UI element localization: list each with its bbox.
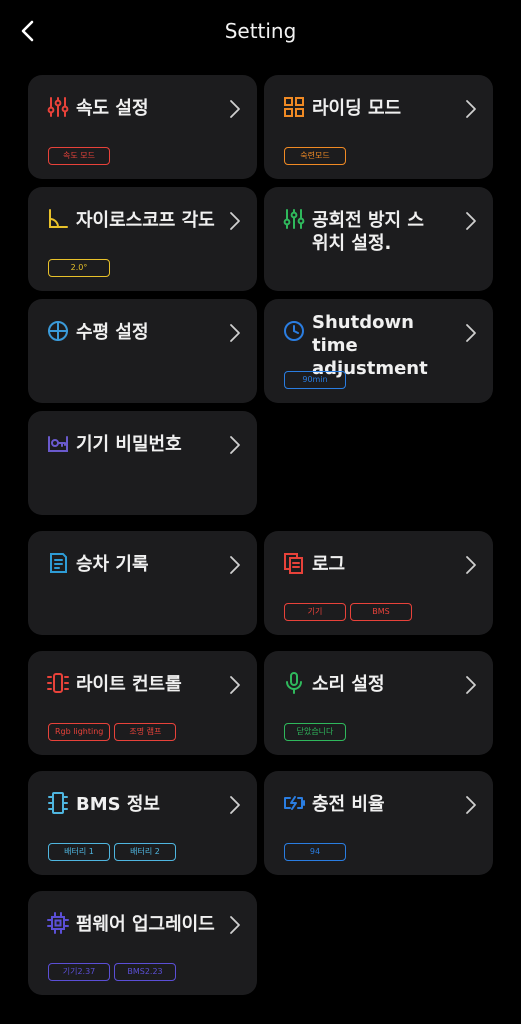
chevron-right-icon	[227, 99, 243, 119]
tag-chip: 배터리 1	[48, 843, 110, 861]
card-label: 소리 설정	[312, 674, 385, 695]
level-setting-card[interactable]: 수평 설정	[28, 299, 257, 403]
card-label: 로그	[312, 554, 346, 575]
chevron-right-icon	[463, 795, 479, 815]
clock-icon	[282, 319, 306, 343]
card-label: Shutdown time adjustment	[312, 312, 428, 379]
angle-icon	[46, 207, 70, 231]
tag-list: 기기 BMS	[284, 603, 412, 621]
chevron-right-icon	[227, 795, 243, 815]
grid-icon	[282, 95, 306, 119]
chevron-right-icon	[463, 675, 479, 695]
chevron-right-icon	[227, 675, 243, 695]
page-title: Setting	[224, 19, 297, 43]
tag-list: 94	[284, 843, 346, 861]
tag-list: 기기2.37 BMS2.23	[48, 963, 176, 981]
chip-icon	[46, 911, 70, 935]
lamp-icon	[46, 671, 70, 695]
ride-record-card[interactable]: 승차 기록	[28, 531, 257, 635]
microphone-icon	[282, 671, 306, 695]
card-label: 승차 기록	[76, 554, 149, 575]
battery-chip-icon	[46, 791, 70, 815]
tag-chip: 94	[284, 843, 346, 861]
tag-list: 닫았습니다	[284, 723, 346, 741]
tag-chip: 속도 모드	[48, 147, 110, 165]
tag-list: 숙련모드	[284, 147, 346, 165]
tag-chip: 기기2.37	[48, 963, 110, 981]
chevron-right-icon	[463, 99, 479, 119]
header: Setting	[0, 0, 521, 64]
shutdown-time-card[interactable]: Shutdown time adjustment 90min	[264, 299, 493, 403]
chevron-right-icon	[227, 323, 243, 343]
card-label: 자이로스코프 각도	[76, 210, 215, 231]
idle-prevention-card[interactable]: 공회전 방지 스위치 설정.	[264, 187, 493, 291]
tag-list: 속도 모드	[48, 147, 110, 165]
device-password-card[interactable]: 기기 비밀번호	[28, 411, 257, 515]
chevron-right-icon	[227, 211, 243, 231]
card-label: 수평 설정	[76, 322, 149, 343]
tag-chip: 배터리 2	[114, 843, 176, 861]
tag-chip: 2.0°	[48, 259, 110, 277]
chevron-right-icon	[463, 555, 479, 575]
tag-chip: 닫았습니다	[284, 723, 346, 741]
sound-setting-card[interactable]: 소리 설정 닫았습니다	[264, 651, 493, 755]
tag-list: 2.0°	[48, 259, 110, 277]
tag-chip: BMS2.23	[114, 963, 176, 981]
charge-rate-card[interactable]: 충전 비율 94	[264, 771, 493, 875]
copy-document-icon	[282, 551, 306, 575]
charging-battery-icon	[282, 791, 306, 815]
tag-chip: 90min	[284, 371, 346, 389]
card-label: BMS 정보	[76, 794, 160, 815]
card-label: 펌웨어 업그레이드	[76, 914, 215, 935]
sliders-icon	[282, 207, 306, 231]
card-label: 라이딩 모드	[312, 98, 402, 119]
crosshair-icon	[46, 319, 70, 343]
chevron-right-icon	[463, 323, 479, 343]
chevron-right-icon	[227, 555, 243, 575]
tag-list: 90min	[284, 371, 346, 389]
bms-info-card[interactable]: BMS 정보 배터리 1 배터리 2	[28, 771, 257, 875]
card-label: 속도 설정	[76, 98, 149, 119]
light-control-card[interactable]: 라이트 컨트롤 Rgb lighting 조명 램프	[28, 651, 257, 755]
riding-mode-card[interactable]: 라이딩 모드 숙련모드	[264, 75, 493, 179]
firmware-upgrade-card[interactable]: 펌웨어 업그레이드 기기2.37 BMS2.23	[28, 891, 257, 995]
tag-chip: 숙련모드	[284, 147, 346, 165]
tag-list: 배터리 1 배터리 2	[48, 843, 176, 861]
tag-chip: Rgb lighting	[48, 723, 111, 741]
card-label: 라이트 컨트롤	[76, 674, 182, 695]
chevron-right-icon	[227, 435, 243, 455]
document-icon	[46, 551, 70, 575]
tag-chip: 조명 램프	[114, 723, 177, 741]
sliders-icon	[46, 95, 70, 119]
card-label: 충전 비율	[312, 794, 385, 815]
log-card[interactable]: 로그 기기 BMS	[264, 531, 493, 635]
chevron-right-icon	[463, 211, 479, 231]
card-label: 공회전 방지 스위치 설정.	[312, 210, 424, 254]
gyroscope-angle-card[interactable]: 자이로스코프 각도 2.0°	[28, 187, 257, 291]
key-icon	[46, 431, 70, 455]
chevron-right-icon	[227, 915, 243, 935]
speed-setting-card[interactable]: 속도 설정 속도 모드	[28, 75, 257, 179]
tag-chip: BMS	[350, 603, 412, 621]
card-label: 기기 비밀번호	[76, 434, 182, 455]
tag-list: Rgb lighting 조명 램프	[48, 723, 177, 741]
tag-chip: 기기	[284, 603, 346, 621]
